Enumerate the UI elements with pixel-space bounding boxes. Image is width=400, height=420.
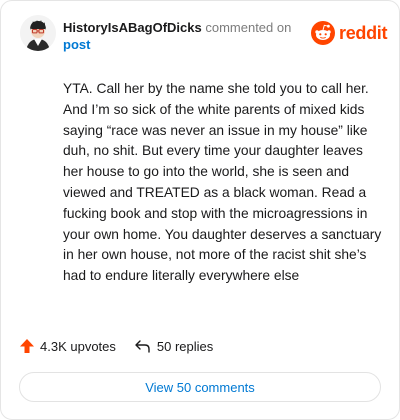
upvote-arrow-icon [20, 339, 34, 353]
comment-card: HistoryIsABagOfDicks commented on post r… [0, 0, 400, 420]
author-name[interactable]: HistoryIsABagOfDicks [63, 20, 202, 35]
upvote-count: 4.3K upvotes [40, 338, 116, 354]
avatar[interactable] [20, 15, 56, 51]
upvote-stat[interactable]: 4.3K upvotes [19, 338, 116, 354]
comment-header: HistoryIsABagOfDicks commented on post [63, 19, 293, 53]
logo-wordmark: reddit [339, 22, 388, 43]
reddit-snoo-icon [311, 21, 335, 45]
post-link[interactable]: post [63, 37, 90, 52]
action-text: commented on [205, 20, 292, 35]
comment-stats: 4.3K upvotes 50 replies [19, 338, 213, 354]
reply-stat[interactable]: 50 replies [134, 338, 213, 354]
comment-body: YTA. Call her by the name she told you t… [63, 81, 382, 284]
reply-count: 50 replies [156, 338, 214, 354]
view-comments-button[interactable]: View 50 comments [19, 372, 381, 402]
reply-arrow-icon [135, 340, 150, 353]
avatar-illustration [20, 15, 56, 51]
reddit-logo[interactable]: reddit [311, 21, 388, 45]
